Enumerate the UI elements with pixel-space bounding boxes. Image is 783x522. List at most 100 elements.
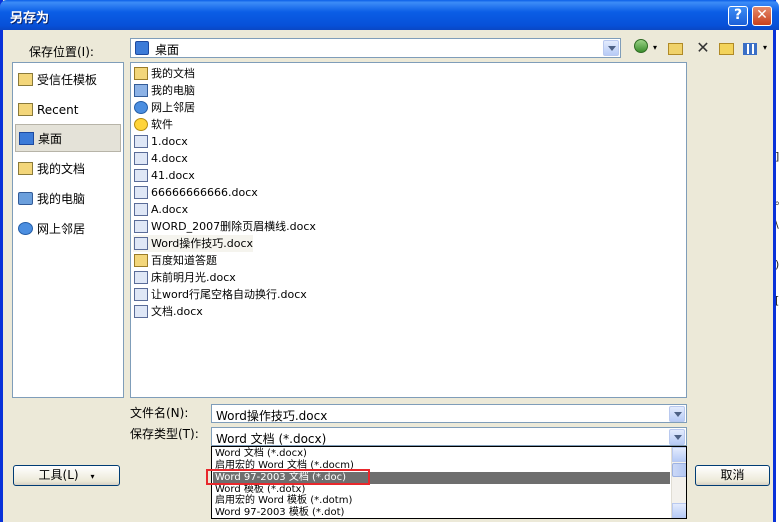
file-name: 网上邻居 <box>151 101 195 114</box>
filetype-label: 保存类型(T): <box>130 427 199 441</box>
place-label: 我的电脑 <box>37 192 86 206</box>
place-recent[interactable]: Recent <box>15 96 121 124</box>
tools-button[interactable]: 工具(L) ▾ <box>13 465 120 486</box>
place-desktop[interactable]: 桌面 <box>15 124 121 152</box>
save-as-dialog: 另存为 ? ✕ 保存位置(I): 桌面 ▾ ✕ ▾ 受信任模板 Recent 桌… <box>0 0 779 522</box>
chevron-down-icon[interactable] <box>669 429 685 445</box>
list-item[interactable]: 网上邻居 <box>133 99 195 116</box>
place-label: 我的文档 <box>37 162 86 176</box>
file-name: WORD_2007删除页眉横线.docx <box>151 220 316 233</box>
list-item[interactable]: A.docx <box>133 201 188 218</box>
place-label: 受信任模板 <box>37 73 98 87</box>
location-value: 桌面 <box>155 43 180 57</box>
word-document-icon <box>134 288 148 301</box>
filetype-value: Word 文档 (*.docx) <box>216 432 327 446</box>
list-item[interactable]: 我的文档 <box>133 65 195 82</box>
list-item[interactable]: 让word行尾空格自动换行.docx <box>133 286 307 303</box>
file-name: A.docx <box>151 203 189 216</box>
window-title: 另存为 <box>10 11 50 26</box>
views-dropdown-button[interactable]: ▾ <box>761 39 769 59</box>
place-my-documents[interactable]: 我的文档 <box>15 155 121 183</box>
back-arrow-icon <box>634 39 648 53</box>
new-folder-icon <box>718 43 734 55</box>
scroll-down-button[interactable] <box>672 503 686 518</box>
list-item[interactable]: 床前明月光.docx <box>133 269 236 286</box>
chevron-down-icon: ▾ <box>90 472 95 481</box>
chevron-down-icon[interactable] <box>669 406 685 422</box>
file-name: 1.docx <box>151 135 188 148</box>
folder-icon <box>18 73 33 86</box>
place-trusted-templates[interactable]: 受信任模板 <box>15 66 121 94</box>
filetype-option[interactable]: Word 文档 (*.docx) <box>213 448 670 460</box>
scroll-thumb[interactable] <box>672 463 686 477</box>
file-name: 我的文档 <box>151 67 195 80</box>
place-network[interactable]: 网上邻居 <box>15 215 121 243</box>
file-name: 4.docx <box>151 152 188 165</box>
file-name: 软件 <box>151 118 173 131</box>
new-folder-button[interactable] <box>716 39 736 59</box>
file-name: 床前明月光.docx <box>151 271 236 284</box>
list-item[interactable]: WORD_2007删除页眉横线.docx <box>133 218 316 235</box>
scroll-up-button[interactable] <box>672 447 686 462</box>
file-list[interactable]: 我的文档 我的电脑 网上邻居 软件 1.docx 4.docx 41.docx … <box>130 62 687 398</box>
views-icon <box>743 43 757 55</box>
folder-up-icon <box>667 43 683 55</box>
place-my-computer[interactable]: 我的电脑 <box>15 185 121 213</box>
cancel-button[interactable]: 取消 <box>695 465 770 486</box>
filename-label: 文件名(N): <box>130 406 189 420</box>
views-button[interactable] <box>741 39 759 59</box>
up-one-level-button[interactable] <box>665 39 685 59</box>
file-name: 41.docx <box>151 169 195 182</box>
folder-icon <box>18 103 33 116</box>
list-item[interactable]: 4.docx <box>133 150 188 167</box>
word-document-icon <box>134 169 148 182</box>
tools-label: 工具(L) <box>38 468 79 482</box>
word-document-icon <box>134 186 148 199</box>
desktop-icon <box>135 41 149 55</box>
place-label: Recent <box>37 103 79 117</box>
list-item[interactable]: 1.docx <box>133 133 188 150</box>
chevron-down-icon[interactable] <box>603 40 619 56</box>
title-bar[interactable]: 另存为 ? ✕ <box>0 0 779 30</box>
file-name: 文档.docx <box>151 305 203 318</box>
back-button[interactable] <box>633 39 649 59</box>
computer-icon <box>18 192 33 205</box>
file-name: Word操作技巧.docx <box>151 237 254 250</box>
folder-icon <box>134 67 148 80</box>
file-name: 百度知道答题 <box>151 254 217 267</box>
file-name: 让word行尾空格自动换行.docx <box>151 288 307 301</box>
network-icon <box>18 222 33 235</box>
list-item[interactable]: 软件 <box>133 116 173 133</box>
places-bar: 受信任模板 Recent 桌面 我的文档 我的电脑 网上邻居 <box>12 62 124 398</box>
help-button[interactable]: ? <box>728 6 748 26</box>
file-name: 我的电脑 <box>151 84 195 97</box>
filename-input[interactable]: Word操作技巧.docx <box>211 404 687 423</box>
list-item[interactable]: 66666666666.docx <box>133 184 258 201</box>
list-item[interactable]: 41.docx <box>133 167 195 184</box>
close-button[interactable]: ✕ <box>752 6 772 26</box>
selection-highlight-box <box>206 469 370 485</box>
filetype-option[interactable]: Word 97-2003 模板 (*.dot) <box>213 507 670 518</box>
place-label: 桌面 <box>38 132 63 146</box>
list-item[interactable]: 文档.docx <box>133 303 203 320</box>
file-name: 66666666666.docx <box>151 186 258 199</box>
word-document-icon <box>134 220 148 233</box>
folder-icon <box>134 254 148 267</box>
location-combo[interactable]: 桌面 <box>130 38 621 58</box>
location-label: 保存位置(I): <box>29 45 94 59</box>
filename-value: Word操作技巧.docx <box>216 409 328 423</box>
delete-button[interactable]: ✕ <box>693 39 713 59</box>
back-dropdown-button[interactable]: ▾ <box>651 39 659 59</box>
filetype-select[interactable]: Word 文档 (*.docx) <box>211 427 687 446</box>
shortcut-star-icon <box>134 118 148 131</box>
filetype-option[interactable]: 启用宏的 Word 模板 (*.dotm) <box>213 495 670 507</box>
word-document-icon <box>134 135 148 148</box>
list-item[interactable]: Word操作技巧.docx <box>133 235 254 252</box>
list-item[interactable]: 百度知道答题 <box>133 252 217 269</box>
computer-icon <box>134 84 148 97</box>
dropdown-scrollbar[interactable] <box>671 447 686 518</box>
list-item[interactable]: 我的电脑 <box>133 82 195 99</box>
word-document-icon <box>134 271 148 284</box>
network-icon <box>134 101 148 114</box>
word-document-icon <box>134 203 148 216</box>
